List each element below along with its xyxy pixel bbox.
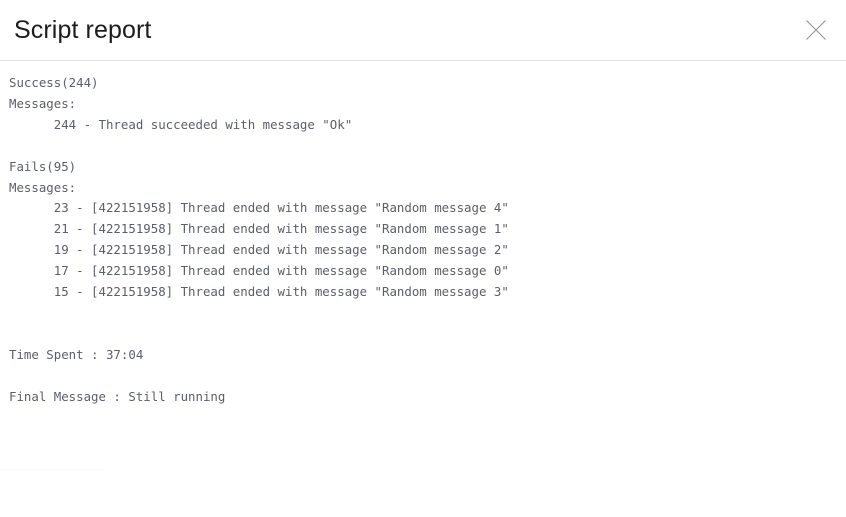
faint-divider <box>0 469 108 470</box>
dialog-header: Script report <box>0 0 846 61</box>
report-line: Final Message : Still running <box>9 388 226 404</box>
report-line: Success(244) <box>9 75 99 90</box>
report-line: 244 - Thread succeeded with message "Ok" <box>9 116 353 132</box>
report-line: Fails(95) <box>9 158 77 174</box>
close-button[interactable] <box>795 10 837 50</box>
report-line: 19 - [422151958] Thread ended with messa… <box>9 242 509 258</box>
report-line: 17 - [422151958] Thread ended with messa… <box>9 263 509 279</box>
report-output-panel[interactable]: Success(244) Messages: 244 - Thread succe… <box>0 61 846 517</box>
report-line-blank <box>9 303 846 324</box>
report-line: 23 - [422151958] Thread ended with messa… <box>9 200 509 216</box>
report-line-blank <box>9 324 846 345</box>
close-x-icon <box>806 20 826 40</box>
report-line: Messages: <box>9 95 77 111</box>
report-text: Success(244) Messages: 244 - Thread succe… <box>0 61 846 407</box>
report-line: 21 - [422151958] Thread ended with messa… <box>9 221 509 237</box>
page-title: Script report <box>14 16 152 44</box>
report-line: Time Spent : 37:04 <box>9 346 144 362</box>
report-line-blank <box>9 136 846 157</box>
script-report-dialog: Script report Success(244) Messages: 244 … <box>0 0 846 517</box>
report-line: 15 - [422151958] Thread ended with messa… <box>9 284 509 300</box>
report-line: Messages: <box>9 179 77 195</box>
report-line-blank <box>9 366 846 387</box>
